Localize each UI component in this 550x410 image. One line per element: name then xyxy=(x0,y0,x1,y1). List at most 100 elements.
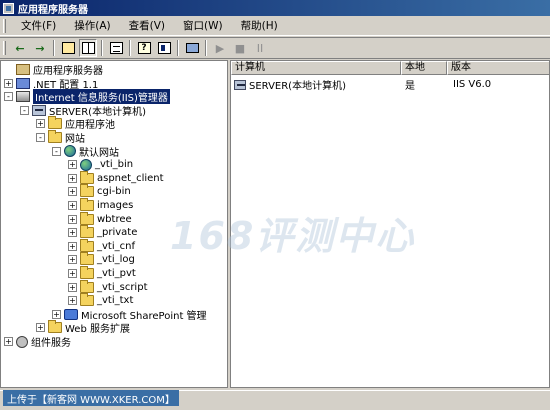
tree-item[interactable]: + cgi-bin xyxy=(68,184,131,198)
tree-item[interactable]: + _private xyxy=(68,225,137,239)
folder-icon xyxy=(80,225,94,239)
tree-item[interactable]: - 默认网站 xyxy=(52,145,119,159)
expand-toggle-icon[interactable]: + xyxy=(68,269,77,278)
tree-item[interactable]: + wbtree xyxy=(68,211,132,226)
pause-button[interactable]: II xyxy=(251,39,269,57)
show-hide-tree-icon xyxy=(81,42,95,54)
properties-button[interactable] xyxy=(155,39,173,57)
expand-toggle-icon[interactable]: + xyxy=(36,323,45,333)
tree-item[interactable]: + _vti_script xyxy=(68,279,148,294)
expand-toggle-icon[interactable]: + xyxy=(68,173,77,183)
folder-icon xyxy=(48,320,62,334)
cell-computer: SERVER(本地计算机) xyxy=(231,77,401,92)
folder-icon xyxy=(80,238,94,252)
tree-item[interactable]: + _vti_log xyxy=(68,252,135,266)
help-button[interactable]: ? xyxy=(135,39,153,57)
back-button[interactable]: ← xyxy=(11,39,29,57)
expand-toggle-icon[interactable]: + xyxy=(68,201,77,210)
show-hide-tree-button[interactable] xyxy=(79,39,97,57)
up-one-level-button[interactable] xyxy=(59,39,77,57)
menu-view[interactable]: 查看(V) xyxy=(120,18,174,33)
tree-item-label: _vti_script xyxy=(97,281,148,293)
tree-item-label: images xyxy=(97,200,134,211)
column-version[interactable]: 版本 xyxy=(447,61,549,75)
expand-toggle-icon[interactable]: + xyxy=(52,309,61,319)
tree-pane[interactable]: 应用程序服务器 + .NET 配置 1.1- Internet 信息服务(IIS)管理… xyxy=(0,60,228,388)
list-header: 计算机 本地 版本 xyxy=(231,61,549,75)
menu-file[interactable]: 文件(F) xyxy=(12,18,65,33)
expand-toggle-icon[interactable]: + xyxy=(68,241,77,251)
tree-item[interactable]: + 组件服务 xyxy=(4,335,71,349)
tree-item[interactable]: + _vti_cnf xyxy=(68,238,135,253)
menu-bar: 文件(F) 操作(A) 查看(V) 窗口(W) 帮助(H) xyxy=(0,16,550,36)
export-list-icon xyxy=(109,42,123,54)
expand-toggle-icon[interactable]: + xyxy=(68,160,77,170)
window-title: 应用程序服务器 xyxy=(18,4,88,16)
expand-toggle-icon[interactable]: + xyxy=(36,119,45,129)
globe-icon xyxy=(64,145,76,158)
toolbar-separator xyxy=(129,40,131,56)
stop-icon: ■ xyxy=(234,41,246,55)
stop-button[interactable]: ■ xyxy=(231,39,249,57)
tree-item[interactable]: + _vti_txt xyxy=(68,293,134,307)
computer-icon xyxy=(185,43,199,53)
forward-icon: → xyxy=(35,41,45,55)
folder-icon xyxy=(48,130,62,143)
toolbar-separator xyxy=(177,40,179,56)
folder-icon xyxy=(80,170,94,184)
tree-item[interactable]: + aspnet_client xyxy=(68,170,164,185)
properties-icon xyxy=(157,42,171,54)
menu-help[interactable]: 帮助(H) xyxy=(232,18,287,33)
expand-toggle-icon[interactable]: + xyxy=(68,214,77,224)
tree-item[interactable]: + Microsoft SharePoint 管理 xyxy=(52,308,207,322)
tree-item[interactable]: - 网站 xyxy=(36,130,85,145)
tree-item-label: Web 服务扩展 xyxy=(65,324,130,336)
tree-item[interactable]: 应用程序服务器 xyxy=(4,63,103,77)
cell-local: 是 xyxy=(405,81,415,92)
tree-item[interactable]: + Web 服务扩展 xyxy=(36,320,130,336)
collapse-toggle-icon[interactable]: - xyxy=(20,105,29,115)
back-icon: ← xyxy=(15,41,25,55)
sharepoint-icon xyxy=(64,308,78,320)
toolbar-separator xyxy=(205,40,207,56)
column-local[interactable]: 本地 xyxy=(401,61,447,75)
start-icon: ▶ xyxy=(215,41,225,55)
collapse-toggle-icon[interactable]: - xyxy=(52,146,61,156)
collapse-toggle-icon[interactable]: - xyxy=(36,133,45,142)
expand-toggle-icon[interactable]: + xyxy=(4,78,13,88)
toolbar-separator xyxy=(101,40,103,56)
column-computer[interactable]: 计算机 xyxy=(231,61,401,75)
tree-item-label: _vti_txt xyxy=(97,295,134,307)
tree-item[interactable]: + _vti_pvt xyxy=(68,266,136,280)
expand-toggle-icon[interactable]: + xyxy=(68,228,77,238)
tree-item-label: _vti_pvt xyxy=(97,268,136,279)
expand-toggle-icon[interactable]: + xyxy=(68,296,77,306)
forward-button[interactable]: → xyxy=(31,39,49,57)
tree-item[interactable]: + _vti_bin xyxy=(68,158,133,171)
tree-item-label: 默认网站 xyxy=(79,147,119,159)
expand-toggle-icon[interactable]: + xyxy=(68,282,77,292)
tree-item[interactable]: + images xyxy=(68,198,134,212)
list-item[interactable]: SERVER(本地计算机) 是 IIS V6.0 xyxy=(231,77,549,92)
pause-icon: II xyxy=(256,41,264,55)
tree-item[interactable]: - SERVER(本地计算机) xyxy=(20,104,146,118)
expand-toggle-icon[interactable]: + xyxy=(68,187,77,197)
tree-item[interactable]: + .NET 配置 1.1 xyxy=(4,77,98,91)
expand-toggle-icon[interactable]: + xyxy=(68,255,77,265)
title-bar: 应用程序服务器 xyxy=(0,0,550,16)
toolbar-grip xyxy=(3,41,6,55)
folder-icon xyxy=(80,211,94,225)
tree-item[interactable]: - Internet 信息服务(IIS)管理器 xyxy=(4,89,170,105)
tree-item-label: _vti_bin xyxy=(95,159,134,171)
details-pane[interactable]: 计算机 本地 版本 SERVER(本地计算机) 是 IIS V6.0 xyxy=(230,60,550,388)
start-button[interactable]: ▶ xyxy=(211,39,229,57)
menu-window[interactable]: 窗口(W) xyxy=(174,18,232,33)
tree-item[interactable]: + 应用程序池 xyxy=(36,116,115,131)
collapse-toggle-icon[interactable]: - xyxy=(4,92,13,102)
menu-action[interactable]: 操作(A) xyxy=(65,18,119,33)
export-list-button[interactable] xyxy=(107,39,125,57)
expand-toggle-icon[interactable]: + xyxy=(4,337,13,346)
up-one-level-icon xyxy=(61,42,75,54)
app-server-icon xyxy=(16,64,30,75)
computer-button[interactable] xyxy=(183,39,201,57)
